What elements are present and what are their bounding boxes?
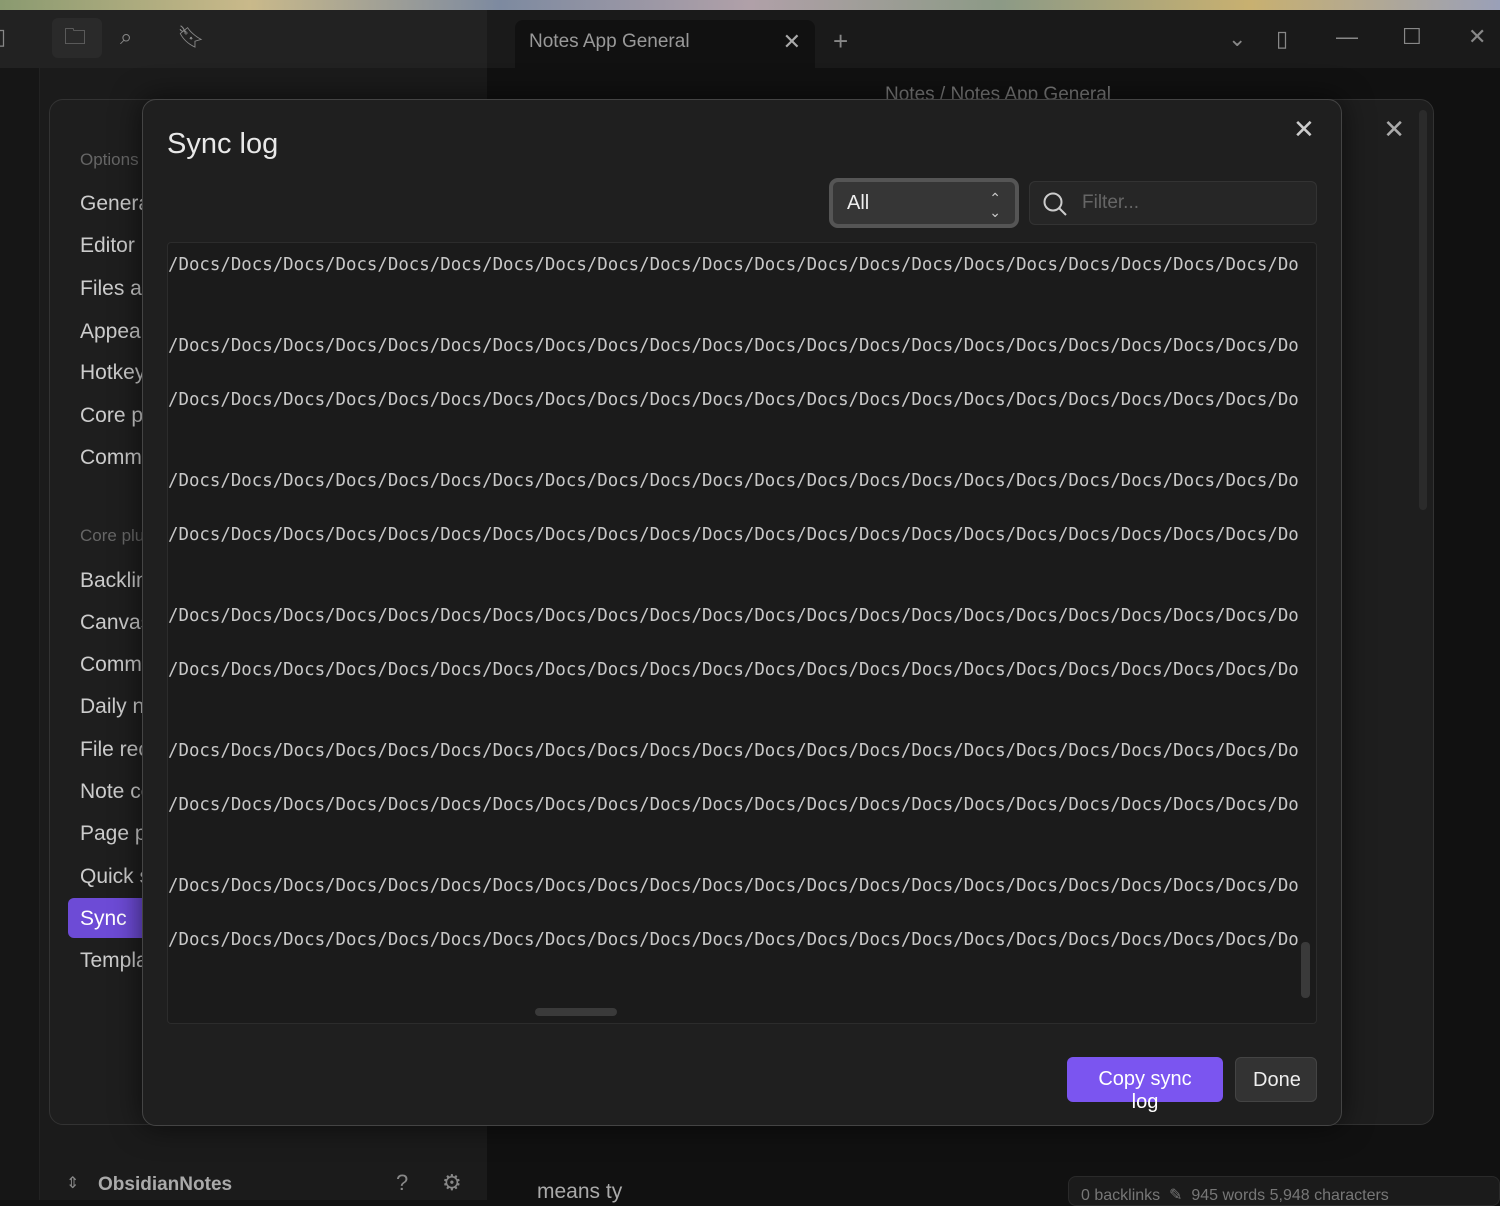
settings-item-sync[interactable]: Sync	[80, 907, 127, 931]
log-line: /Docs/Docs/Docs/Docs/Docs/Docs/Docs/Docs…	[168, 927, 1300, 954]
options-heading: Options	[80, 150, 139, 170]
search-icon	[1042, 191, 1068, 217]
ribbon	[0, 68, 40, 1200]
character-count: 5,948 characters	[1270, 1187, 1389, 1204]
status-bar: 0 backlinks ✎ 945 words 5,948 characters	[1068, 1176, 1500, 1206]
log-line	[168, 495, 1300, 522]
settings-scrollbar[interactable]	[1419, 110, 1427, 510]
help-icon[interactable]: ?	[396, 1172, 408, 1194]
log-line	[168, 549, 1300, 576]
modal-title: Sync log	[167, 128, 278, 161]
chevron-up-down-icon: ⌃⌄	[989, 191, 1001, 219]
filter-input[interactable]	[1082, 190, 1302, 216]
log-line: /Docs/Docs/Docs/Docs/Docs/Docs/Docs/Docs…	[168, 603, 1300, 630]
desktop-wallpaper-strip	[0, 0, 1500, 10]
log-line	[168, 414, 1300, 441]
log-line: /Docs/Docs/Docs/Docs/Docs/Docs/Docs/Docs…	[168, 873, 1300, 900]
backlinks-count[interactable]: 0 backlinks	[1081, 1187, 1160, 1204]
log-line: /Docs/Docs/Docs/Docs/Docs/Docs/Docs/Docs…	[168, 468, 1300, 495]
filter-field[interactable]	[1029, 181, 1317, 225]
sync-log-content[interactable]: /Docs/Docs/Docs/Docs/Docs/Docs/Docs/Docs…	[167, 242, 1317, 1024]
editor-text: means ty	[537, 1180, 622, 1204]
left-sidebar-header: ▯ 🗀 ⌕ 🔖︎	[0, 10, 487, 68]
vault-name[interactable]: ObsidianNotes	[98, 1174, 232, 1196]
log-line	[168, 576, 1300, 603]
log-line: /Docs/Docs/Docs/Docs/Docs/Docs/Docs/Docs…	[168, 657, 1300, 684]
select-value: All	[847, 192, 869, 214]
gear-icon[interactable]: ⚙	[442, 1172, 462, 1194]
minimize-icon[interactable]: —	[1336, 26, 1358, 48]
tab-notes-app-general[interactable]: Notes App General ✕	[515, 20, 815, 68]
log-line	[168, 765, 1300, 792]
settings-item[interactable]: Editor	[80, 234, 135, 258]
log-line	[168, 360, 1300, 387]
log-line	[168, 846, 1300, 873]
folder-icon[interactable]: 🗀	[52, 18, 102, 58]
log-line	[168, 306, 1300, 333]
close-window-icon[interactable]: ✕	[1468, 26, 1486, 48]
log-line	[168, 900, 1300, 927]
log-line: /Docs/Docs/Docs/Docs/Docs/Docs/Docs/Docs…	[168, 792, 1300, 819]
log-line	[168, 441, 1300, 468]
close-settings-icon[interactable]: ✕	[1383, 114, 1405, 145]
right-sidebar-toggle-icon[interactable]: ▯	[1276, 28, 1288, 50]
log-line: /Docs/Docs/Docs/Docs/Docs/Docs/Docs/Docs…	[168, 522, 1300, 549]
log-line	[168, 630, 1300, 657]
done-button[interactable]: Done	[1235, 1057, 1317, 1102]
log-type-select[interactable]: All ⌃⌄	[829, 178, 1019, 228]
tab-title: Notes App General	[529, 31, 690, 52]
copy-sync-log-button[interactable]: Copy sync log	[1067, 1057, 1223, 1102]
log-line: /Docs/Docs/Docs/Docs/Docs/Docs/Docs/Docs…	[168, 333, 1300, 360]
log-line	[168, 279, 1300, 306]
new-tab-icon[interactable]: +	[833, 28, 848, 54]
close-tab-icon[interactable]: ✕	[783, 29, 801, 55]
settings-item[interactable]: Canvas	[80, 611, 151, 635]
maximize-icon[interactable]: ☐	[1402, 26, 1422, 48]
word-count: 945 words	[1191, 1187, 1265, 1204]
log-line	[168, 711, 1300, 738]
log-line	[168, 819, 1300, 846]
log-line: /Docs/Docs/Docs/Docs/Docs/Docs/Docs/Docs…	[168, 738, 1300, 765]
log-line: /Docs/Docs/Docs/Docs/Docs/Docs/Docs/Docs…	[168, 252, 1300, 279]
close-icon[interactable]: ✕	[1293, 114, 1315, 145]
bookmark-icon[interactable]: 🔖︎	[177, 26, 205, 48]
log-line	[168, 684, 1300, 711]
vault-switch-icon[interactable]: ⇕	[66, 1176, 79, 1192]
sidebar-toggle-icon[interactable]: ▯	[0, 26, 6, 48]
sync-log-modal: Sync log ✕ All ⌃⌄ /Docs/Docs/Docs/Docs/D…	[142, 99, 1342, 1126]
search-icon[interactable]: ⌕	[120, 26, 132, 48]
chevron-down-icon[interactable]: ⌄	[1228, 28, 1246, 50]
log-line: /Docs/Docs/Docs/Docs/Docs/Docs/Docs/Docs…	[168, 387, 1300, 414]
